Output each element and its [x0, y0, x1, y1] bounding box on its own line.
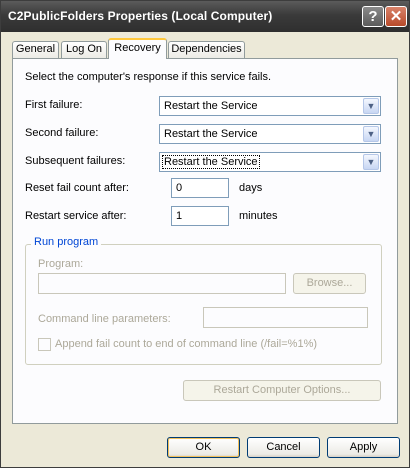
restart-service-label: Restart service after: — [25, 210, 127, 222]
reset-count-label: Reset fail count after: — [25, 182, 129, 194]
apply-button[interactable]: Apply — [327, 437, 400, 458]
append-fail-count-checkbox[interactable] — [38, 338, 51, 351]
chevron-down-icon[interactable]: ▼ — [363, 98, 379, 114]
second-failure-select[interactable]: Restart the Service ▼ — [159, 124, 381, 144]
params-input[interactable] — [203, 307, 368, 328]
help-button[interactable]: ? — [362, 6, 384, 27]
second-failure-label: Second failure: — [25, 127, 99, 139]
first-failure-label: First failure: — [25, 99, 83, 111]
help-icon: ? — [368, 8, 378, 25]
title-bar[interactable]: C2PublicFolders Properties (Local Comput… — [1, 1, 409, 32]
program-label: Program: — [38, 258, 84, 270]
properties-dialog: C2PublicFolders Properties (Local Comput… — [0, 0, 410, 468]
ok-button[interactable]: OK — [167, 437, 240, 458]
reset-count-unit: days — [239, 182, 263, 194]
chevron-down-icon[interactable]: ▼ — [363, 126, 379, 142]
program-input[interactable] — [38, 273, 286, 294]
cancel-button[interactable]: Cancel — [247, 437, 320, 458]
restart-computer-options-button[interactable]: Restart Computer Options... — [183, 380, 381, 401]
close-button[interactable]: ✕ — [385, 6, 407, 27]
subsequent-failures-select[interactable]: Restart the Service ▼ — [159, 152, 381, 172]
window-title: C2PublicFolders Properties (Local Comput… — [8, 9, 273, 23]
first-failure-select[interactable]: Restart the Service ▼ — [159, 96, 381, 116]
first-failure-value: Restart the Service — [164, 100, 258, 112]
tab-recovery[interactable]: Recovery — [108, 38, 167, 59]
tab-dependencies[interactable]: Dependencies — [168, 41, 245, 58]
subsequent-failures-value: Restart the Service — [162, 155, 260, 169]
intro-text: Select the computer's response if this s… — [25, 71, 272, 83]
params-label: Command line parameters: — [38, 313, 171, 325]
restart-service-input[interactable]: 1 — [171, 206, 229, 226]
close-icon: ✕ — [389, 8, 403, 25]
reset-count-input[interactable]: 0 — [171, 178, 229, 198]
second-failure-value: Restart the Service — [164, 128, 258, 140]
restart-service-unit: minutes — [239, 210, 278, 222]
tab-log-on[interactable]: Log On — [61, 41, 107, 58]
run-program-legend: Run program — [31, 236, 102, 248]
tab-general[interactable]: General — [12, 41, 59, 58]
append-fail-count-label: Append fail count to end of command line… — [55, 338, 318, 350]
chevron-down-icon[interactable]: ▼ — [363, 154, 379, 170]
subsequent-failures-label: Subsequent failures: — [25, 155, 126, 167]
browse-button[interactable]: Browse... — [293, 273, 366, 294]
